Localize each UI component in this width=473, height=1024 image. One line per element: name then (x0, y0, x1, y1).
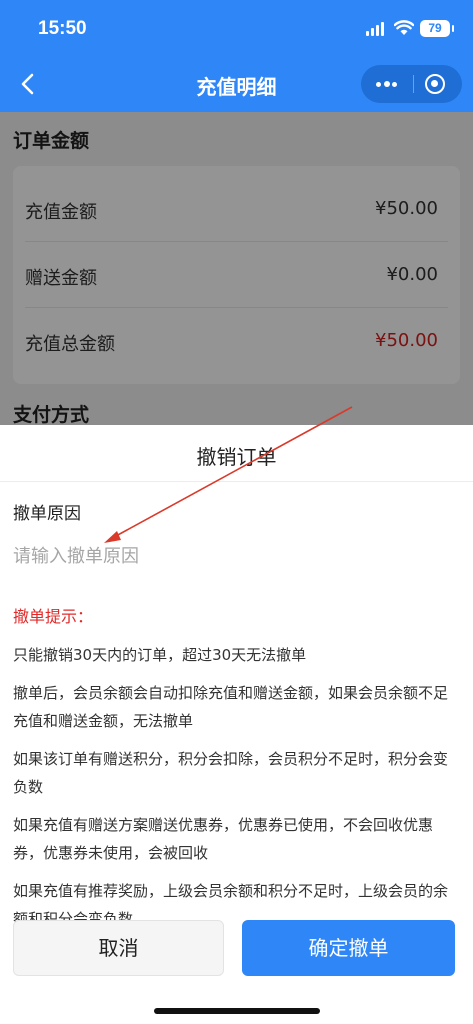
home-indicator (154, 1008, 320, 1014)
close-miniprogram-icon[interactable] (425, 74, 445, 94)
wifi-icon (394, 20, 414, 35)
tips-title: 撤单提示： (13, 607, 94, 626)
reason-input[interactable] (13, 538, 453, 574)
sheet-title: 撤销订单 (196, 445, 277, 469)
cellular-signal-icon (366, 22, 386, 36)
status-bar: 15:50 79 (0, 0, 473, 56)
cancel-order-sheet: 撤销订单 撤单原因 撤单提示： 只能撤销30天内的订单，超过30天无法撤单 撤单… (0, 425, 473, 1024)
capsule-divider (413, 75, 414, 93)
modal-overlay[interactable] (0, 112, 473, 432)
tips-list: 只能撤销30天内的订单，超过30天无法撤单 撤单后，会员余额会自动扣除充值和赠送… (13, 641, 461, 943)
battery-icon: 79 (420, 20, 454, 37)
tip-item: 只能撤销30天内的订单，超过30天无法撤单 (13, 646, 307, 664)
status-time: 15:50 (38, 18, 87, 39)
tip-item: 如果充值有赠送方案赠送优惠券，优惠券已使用，不会回收优惠券，优惠券未使用，会被回… (13, 816, 434, 862)
cancel-button[interactable]: 取消 (13, 920, 224, 976)
confirm-cancel-order-button[interactable]: 确定撤单 (242, 920, 455, 976)
tip-item: 撤单后，会员余额会自动扣除充值和赠送金额，如果会员余额不足充值和赠送金额，无法撤… (13, 684, 449, 730)
divider (0, 481, 473, 482)
more-icon[interactable] (373, 65, 411, 103)
nav-bar: 充值明细 (0, 56, 473, 112)
tip-item: 如果该订单有赠送积分，积分会扣除，会员积分不足时，积分会变负数 (13, 750, 449, 796)
miniprogram-capsule (361, 65, 462, 103)
reason-label: 撤单原因 (13, 504, 81, 524)
